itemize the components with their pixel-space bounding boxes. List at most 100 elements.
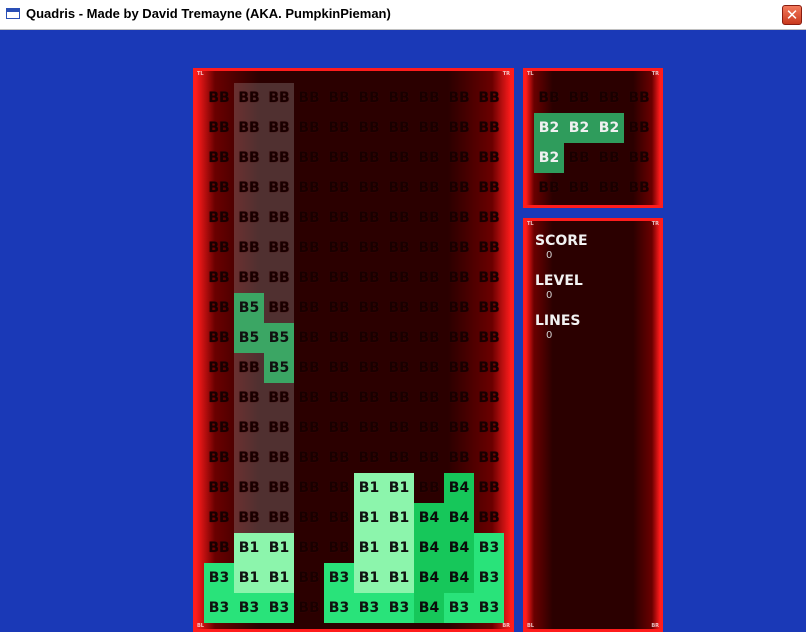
level-stat: LEVEL 0 <box>535 273 583 301</box>
board-cell: BB <box>298 240 320 256</box>
board-cell: BB <box>328 420 350 436</box>
board-row: BB BB B5 BB BB BB BB BB BB BB <box>204 353 504 383</box>
board-cell: BB <box>328 240 350 256</box>
board-row: BB BB BB BB BB BB BB BB BB BB <box>204 113 504 143</box>
board-cell: B3 <box>474 533 504 563</box>
next-piece-cell: BB <box>598 90 620 106</box>
board-row: BB BB BB BB BB BB BB BB BB BB <box>204 203 504 233</box>
board-cell: BB <box>328 270 350 286</box>
close-button[interactable]: ✕ <box>782 5 802 25</box>
board-cell: BB <box>298 150 320 166</box>
board-cell: B3 <box>324 593 354 623</box>
board-cell: BB <box>208 450 230 466</box>
board-cell: B4 <box>444 533 474 563</box>
next-piece-cell: BB <box>568 90 590 106</box>
board-cell: BB <box>298 420 320 436</box>
board-cell: BB <box>418 420 440 436</box>
board-cell: BB <box>358 450 380 466</box>
score-stat: SCORE 0 <box>535 233 588 261</box>
board-cell: BB <box>234 443 264 473</box>
board-cell: B1 <box>234 563 264 593</box>
next-piece-cell: B2 <box>534 113 564 143</box>
next-piece-cell: BB <box>628 90 650 106</box>
board-cell: BB <box>328 390 350 406</box>
board-cell: BB <box>234 353 264 383</box>
board-row: BB BB BB BB BB B1 B1 BB B4 BB <box>204 473 504 503</box>
board-cell: BB <box>388 120 410 136</box>
board-cell: BB <box>264 173 294 203</box>
board-cell: BB <box>328 150 350 166</box>
board-cell: BB <box>478 300 500 316</box>
board-cell: BB <box>264 293 294 323</box>
next-piece-cell: BB <box>538 90 560 106</box>
board-cell: B1 <box>384 473 414 503</box>
board-cell: BB <box>208 330 230 346</box>
next-piece-cell: BB <box>628 120 650 136</box>
board-cell: B5 <box>234 323 264 353</box>
board-cell: BB <box>298 210 320 226</box>
game-window: Quadris - Made by David Tremayne (AKA. P… <box>0 0 806 632</box>
corner-label-bl: BL <box>197 623 204 629</box>
board-grid: BB BB BB BB BB BB BB BB BB BB BB BB BB BB BB BB BB BB BB BB… <box>204 83 504 623</box>
board-cell: BB <box>388 330 410 346</box>
board-cell: BB <box>298 90 320 106</box>
next-piece-cell: BB <box>568 150 590 166</box>
board-cell: BB <box>208 90 230 106</box>
next-piece-cell: B2 <box>564 113 594 143</box>
board-row: BB B5 B5 BB BB BB BB BB BB BB <box>204 323 504 353</box>
board-row: BB B5 BB BB BB BB BB BB BB BB <box>204 293 504 323</box>
board-cell: BB <box>328 540 350 556</box>
title-bar[interactable]: Quadris - Made by David Tremayne (AKA. P… <box>0 0 806 30</box>
board-cell: B4 <box>444 473 474 503</box>
corner-label-tr: TR <box>502 71 510 77</box>
board-cell: BB <box>298 360 320 376</box>
corner-label-tr: TR <box>651 71 659 77</box>
board-cell: BB <box>418 90 440 106</box>
board-cell: BB <box>478 390 500 406</box>
board-cell: BB <box>478 330 500 346</box>
board-cell: B3 <box>234 593 264 623</box>
board-cell: BB <box>208 150 230 166</box>
next-piece-cell: B2 <box>594 113 624 143</box>
board-cell: BB <box>234 233 264 263</box>
window-title: Quadris - Made by David Tremayne (AKA. P… <box>26 6 391 21</box>
board-cell: B3 <box>264 593 294 623</box>
board-cell: BB <box>448 120 470 136</box>
board-cell: B1 <box>384 533 414 563</box>
board-cell: BB <box>328 180 350 196</box>
board-cell: B1 <box>354 533 384 563</box>
board-cell: BB <box>208 120 230 136</box>
board-cell: BB <box>298 540 320 556</box>
board-cell: B4 <box>414 563 444 593</box>
board-cell: BB <box>298 270 320 286</box>
board-cell: BB <box>234 203 264 233</box>
board-cell: BB <box>478 420 500 436</box>
level-value: 0 <box>546 290 553 301</box>
board-cell: BB <box>448 450 470 466</box>
window-icon <box>6 8 20 19</box>
board-cell: BB <box>418 330 440 346</box>
board-cell: BB <box>418 360 440 376</box>
board-cell: BB <box>208 540 230 556</box>
board-cell: BB <box>264 143 294 173</box>
board-cell: B5 <box>264 323 294 353</box>
board-cell: BB <box>478 510 500 526</box>
board-cell: BB <box>264 383 294 413</box>
next-piece-row: BB BB BB BB <box>534 173 654 203</box>
board-cell: B3 <box>474 563 504 593</box>
board-cell: BB <box>388 360 410 376</box>
board-cell: BB <box>448 90 470 106</box>
board-cell: BB <box>358 360 380 376</box>
board-cell: BB <box>234 413 264 443</box>
board-row: BB BB BB BB BB BB BB BB BB BB <box>204 83 504 113</box>
board-cell: BB <box>418 390 440 406</box>
board-cell: BB <box>328 120 350 136</box>
board-cell: BB <box>448 210 470 226</box>
board-cell: BB <box>264 263 294 293</box>
board-cell: BB <box>358 240 380 256</box>
board-cell: BB <box>478 90 500 106</box>
board-cell: BB <box>418 480 440 496</box>
board-cell: B4 <box>414 593 444 623</box>
board-cell: BB <box>478 450 500 466</box>
board-row: BB BB BB BB BB BB BB BB BB BB <box>204 443 504 473</box>
